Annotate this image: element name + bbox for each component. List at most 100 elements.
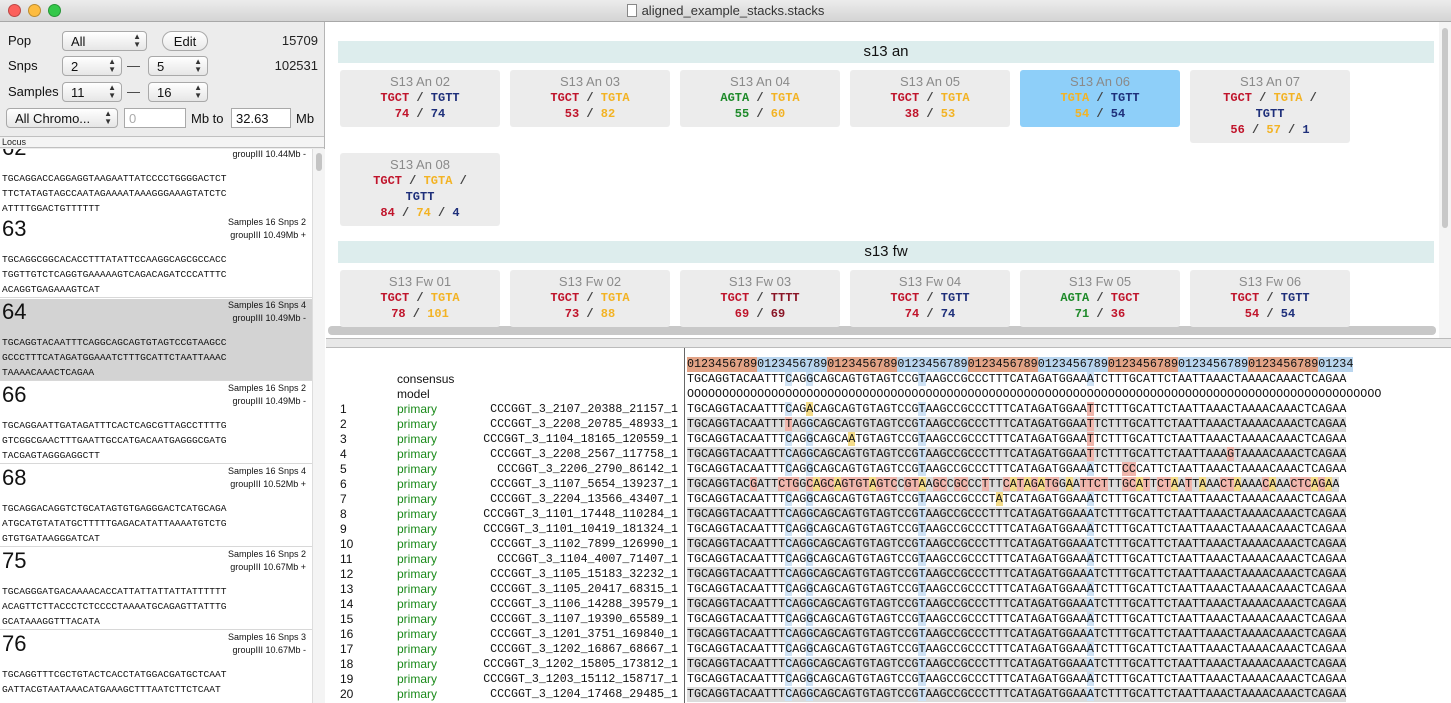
detail-panel: s13 an S13 An 02 TGCT / TGTT 74 / 74 S13 An …: [326, 22, 1451, 703]
allele-separator: /: [919, 291, 934, 305]
sample-haplotypes: TGCT / TGTA / TGTT 56 / 57 / 1: [1190, 90, 1350, 142]
stepper-arrows-icon: ▲ ▼: [194, 83, 202, 100]
mb-unit-label: Mb: [296, 111, 315, 126]
allele-value: 36: [1103, 307, 1126, 321]
pop-select-value: All: [71, 34, 86, 49]
allele-value: 55: [734, 107, 750, 121]
read-number: 2: [340, 417, 347, 431]
sample-haplotypes: TGTA / TGTT 54 / 54: [1020, 90, 1180, 126]
allele-separator: /: [430, 206, 446, 220]
haplotype-line: TGCT / TGTA /: [352, 173, 488, 189]
sample-card[interactable]: S13 An 04 AGTA / TGTA 55 / 60: [680, 70, 840, 127]
allele-value: 74: [394, 107, 410, 121]
sample-card[interactable]: S13 An 08 TGCT / TGTA / TGTT 84 / 74 / 4: [340, 153, 500, 226]
allele-value: 53: [564, 107, 580, 121]
locus-row[interactable]: 63 Samples 16 Snps 2 groupIII 10.49Mb + TGC…: [0, 216, 312, 298]
locus-row[interactable]: 62Samples 16 Snps 4groupIII 10.44Mb -TGC…: [0, 149, 312, 217]
allele-separator: /: [579, 307, 594, 321]
sample-name: S13 An 08: [390, 157, 450, 172]
samples-max-select[interactable]: 16 ▲ ▼: [148, 82, 208, 102]
haplotype-line: TGCT / TGTT: [862, 290, 998, 306]
locus-column-header[interactable]: Locus: [0, 136, 324, 148]
locus-row[interactable]: 64 Samples 16 Snps 4 groupIII 10.49Mb - TGC…: [0, 299, 312, 381]
allele-separator: /: [405, 307, 420, 321]
sample-card[interactable]: S13 Fw 04 TGCT / TGTT 74 / 74: [850, 270, 1010, 327]
allele-value: TGCT: [380, 91, 410, 105]
allele-value: 4: [445, 206, 460, 220]
locus-meta: Samples 16 Snps 4groupIII 10.44Mb -: [228, 149, 306, 161]
sample-card[interactable]: S13 Fw 03 TGCT / TTTT 69 / 69: [680, 270, 840, 327]
allele-value: TGCT: [1230, 291, 1260, 305]
snps-max-select[interactable]: 5 ▲ ▼: [148, 56, 208, 76]
scrollbar-thumb[interactable]: [1442, 28, 1448, 228]
model-label: model: [397, 387, 430, 401]
locus-samples-snps: Samples 16 Snps 4: [227, 466, 306, 476]
locus-list[interactable]: 62Samples 16 Snps 4groupIII 10.44Mb -TGC…: [0, 149, 312, 703]
allele-value: TGCT: [1103, 291, 1140, 305]
read-type: primary: [397, 462, 438, 476]
samples-min-select[interactable]: 11 ▲ ▼: [62, 82, 122, 102]
allele-separator: /: [749, 91, 764, 105]
sample-card[interactable]: S13 An 03 TGCT / TGTA 53 / 82: [510, 70, 670, 127]
locus-id: 68: [2, 465, 27, 490]
scrollbar-thumb[interactable]: [316, 153, 322, 171]
allele-value: TGTA: [763, 91, 800, 105]
locus-row[interactable]: 75 Samples 16 Snps 2 groupIII 10.67Mb + TGC…: [0, 548, 312, 630]
sample-name: S13 Fw 03: [728, 274, 792, 289]
sample-card[interactable]: S13 Fw 01 TGCT / TGTA 78 / 101: [340, 270, 500, 327]
sample-pane-horizontal-scrollbar[interactable]: [328, 326, 1436, 335]
locus-row[interactable]: 68 Samples 16 Snps 4 groupIII 10.52Mb + TGC…: [0, 465, 312, 547]
locus-row[interactable]: 66 Samples 16 Snps 2 groupIII 10.49Mb - TGC…: [0, 382, 312, 464]
sample-card[interactable]: S13 Fw 02 TGCT / TGTA 73 / 88: [510, 270, 670, 327]
pane-splitter[interactable]: [326, 338, 1451, 348]
read-sequence: TGCAGGTACAATTTCAGGCAGCAGTGTAGTCCGTAAGCCG…: [687, 462, 1347, 476]
locus-sequence-line: TGCAGGCGGCACACCTTTATATTCCAAGGCAGCGCCACC: [2, 254, 227, 265]
locus-sequence-line: ACAGTTCTTACCCTCTCCCCTAAAATGCAGAGTTATTTG: [2, 601, 227, 612]
read-sequence: TGCAGGTACAATTTCAGGCAGCAATGTAGTCCGTAAGCCG…: [687, 432, 1347, 446]
sample-card[interactable]: S13 An 05 TGCT / TGTA 38 / 53: [850, 70, 1010, 127]
allele-value: 54: [1103, 107, 1126, 121]
sample-card[interactable]: S13 Fw 06 TGCT / TGTT 54 / 54: [1190, 270, 1350, 327]
read-number: 7: [340, 492, 347, 506]
locus-id: 63: [2, 216, 27, 241]
locus-sequence-line: TGCAGGAATTGATAGATTTCACTCAGCGTTAGCCTTTTG: [2, 420, 227, 431]
locus-row[interactable]: 76 Samples 16 Snps 3 groupIII 10.67Mb - TGC…: [0, 631, 312, 703]
samples-range-dash: —: [127, 84, 140, 99]
mb-to-input[interactable]: 32.63: [231, 108, 291, 128]
document-icon: [626, 4, 637, 17]
read-sequence: TGCAGGTACAATTTCAGGCAGCAGTGTAGTCCGTAAGCCG…: [687, 552, 1347, 566]
chromosome-select[interactable]: All Chromo... ▲ ▼: [6, 108, 118, 128]
pop-select[interactable]: All ▲ ▼: [62, 31, 147, 51]
locus-position: groupIII 10.44Mb -: [232, 149, 306, 159]
depth-line: 78 / 101: [352, 306, 488, 322]
app-window: aligned_example_stacks.stacks Pop All ▲ ▼…: [0, 0, 1451, 703]
mb-from-input[interactable]: 0: [124, 108, 186, 128]
snps-min-select[interactable]: 2 ▲ ▼: [62, 56, 122, 76]
depth-line: 38 / 53: [862, 106, 998, 122]
locus-list-scrollbar[interactable]: [312, 149, 325, 703]
read-number: 20: [340, 687, 354, 701]
sample-card[interactable]: S13 An 06 TGTA / TGTT 54 / 54: [1020, 70, 1180, 127]
mb-to-label: Mb to: [191, 111, 224, 126]
locus-sequence: TGCAGGCGGCACACCTTTATATTCCAAGGCAGCGCCACC T…: [2, 252, 227, 297]
allele-value: TGTT: [933, 291, 970, 305]
allele-value: 82: [593, 107, 616, 121]
alignment-row-labels: consensus model 1 primary CCCGGT_3_2107_2038…: [326, 348, 684, 703]
ruler-block: 0123456789: [757, 357, 828, 372]
haplotype-line: TGCT / TGTT: [352, 90, 488, 106]
depth-line: 84 / 74 / 4: [352, 205, 488, 221]
sample-card[interactable]: S13 Fw 05 AGTA / TGCT 71 / 36: [1020, 270, 1180, 327]
sample-pane-vertical-scrollbar[interactable]: [1439, 22, 1451, 338]
read-type: primary: [397, 687, 438, 701]
read-id: CCCGGT_3_2208_20785_48933_1: [490, 418, 678, 431]
sample-card[interactable]: S13 An 07 TGCT / TGTA / TGTT 56 / 57 / 1: [1190, 70, 1350, 143]
read-id: CCCGGT_3_1105_15183_32232_1: [490, 568, 678, 581]
sample-haplotypes: TGCT / TTTT 69 / 69: [680, 290, 840, 326]
title-bar: aligned_example_stacks.stacks: [0, 0, 1451, 22]
sample-card[interactable]: S13 An 02 TGCT / TGTT 74 / 74: [340, 70, 500, 127]
locus-position: groupIII 10.49Mb -: [232, 313, 306, 323]
locus-position: groupIII 10.49Mb -: [232, 396, 306, 406]
read-id: CCCGGT_3_1201_3751_169840_1: [490, 628, 678, 641]
edit-button[interactable]: Edit: [162, 31, 208, 51]
allele-value: 53: [933, 107, 956, 121]
